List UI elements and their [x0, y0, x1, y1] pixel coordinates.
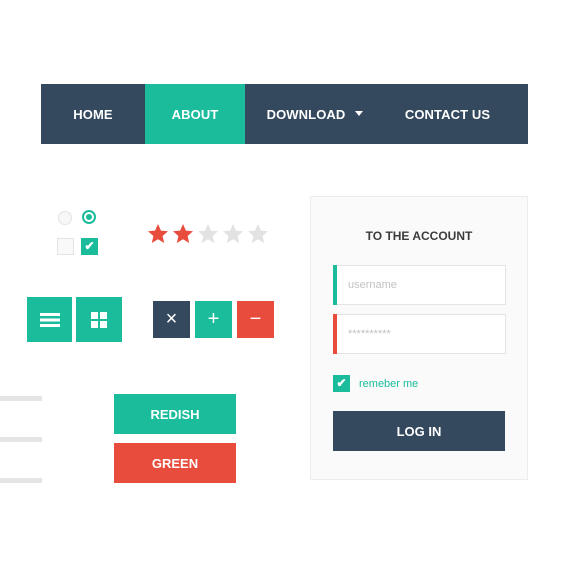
minus-button[interactable]: −: [237, 301, 274, 338]
green-button[interactable]: GREEN: [114, 443, 236, 483]
grid-icon: [91, 311, 107, 328]
nav-item-home[interactable]: HOME: [41, 84, 145, 144]
remember-me[interactable]: ✔ remeber me: [333, 375, 418, 392]
minus-icon: −: [249, 308, 262, 330]
nav-item-contact-us[interactable]: CONTACT US: [385, 84, 510, 144]
caret-down-icon: [355, 110, 364, 116]
nav-item-label: CONTACT US: [404, 106, 491, 122]
nav-item-label: ABOUT: [171, 106, 219, 122]
field-accent-bar: [333, 265, 337, 305]
nav-item-label: DOWNLOAD: [266, 106, 346, 122]
login-panel: TO THE ACCOUNT ✔ remeber me LOG IN: [310, 196, 528, 480]
main-navbar: HOME ABOUT DOWNLOAD CONTACT US: [41, 84, 528, 144]
nav-item-label: HOME: [73, 106, 113, 122]
star-empty-icon[interactable]: [221, 222, 245, 246]
checkbox-checked[interactable]: ✔: [81, 238, 98, 255]
password-input[interactable]: [348, 315, 498, 353]
star-empty-icon[interactable]: [246, 222, 270, 246]
login-title: TO THE ACCOUNT: [365, 229, 473, 243]
radio-unchecked[interactable]: [58, 211, 72, 225]
close-icon: ×: [165, 308, 178, 330]
grid-button[interactable]: [76, 297, 122, 342]
nav-item-about[interactable]: ABOUT: [145, 84, 245, 144]
button-label: GREEN: [151, 455, 199, 471]
nav-item-download[interactable]: DOWNLOAD: [245, 84, 385, 144]
radio-checked[interactable]: [82, 210, 96, 224]
checkbox-unchecked[interactable]: [57, 238, 74, 255]
check-icon: ✔: [336, 376, 347, 390]
username-input[interactable]: [348, 266, 498, 304]
divider-line: [0, 396, 42, 401]
close-button[interactable]: ×: [153, 301, 190, 338]
star-filled-icon[interactable]: [146, 222, 170, 246]
plus-icon: +: [207, 308, 220, 330]
redish-button[interactable]: REDISH: [114, 394, 236, 434]
remember-label: remeber me: [359, 377, 419, 390]
button-label: LOG IN: [396, 423, 442, 439]
password-field-wrapper: [333, 314, 506, 354]
star-rating[interactable]: [146, 222, 270, 246]
field-accent-bar: [333, 314, 337, 354]
menu-icon: [39, 312, 60, 327]
star-empty-icon[interactable]: [196, 222, 220, 246]
check-icon: ✔: [84, 239, 95, 253]
button-label: REDISH: [150, 406, 200, 422]
divider-line: [0, 478, 42, 483]
remember-checkbox[interactable]: ✔: [333, 375, 350, 392]
divider-line: [0, 437, 42, 442]
username-field-wrapper: [333, 265, 506, 305]
login-button[interactable]: LOG IN: [333, 411, 505, 451]
menu-button[interactable]: [27, 297, 72, 342]
star-filled-icon[interactable]: [171, 222, 195, 246]
plus-button[interactable]: +: [195, 301, 232, 338]
